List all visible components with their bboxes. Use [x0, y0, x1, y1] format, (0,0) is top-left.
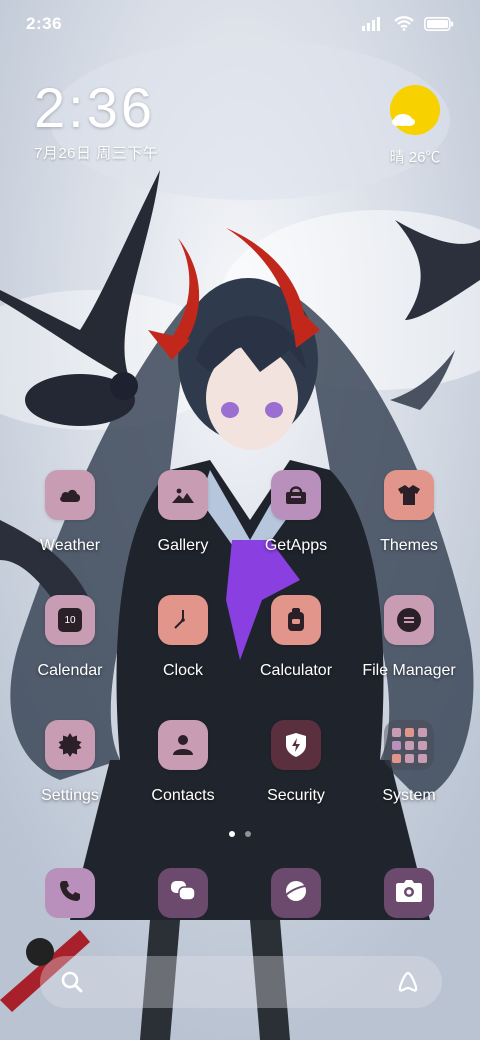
app-label: Settings — [41, 787, 99, 804]
person-icon — [158, 720, 208, 770]
planet-browser-icon — [283, 878, 309, 909]
app-label: GetApps — [264, 537, 328, 554]
page-indicator[interactable] — [0, 831, 480, 837]
dock-app-browser[interactable] — [271, 868, 321, 918]
app-label: Themes — [380, 537, 438, 554]
folder-system[interactable]: System — [353, 720, 465, 805]
app-weather[interactable]: Weather — [14, 470, 126, 555]
search-icon[interactable] — [60, 970, 84, 994]
widget-clock-time: 2:36 — [34, 76, 155, 139]
dock-app-phone[interactable] — [45, 868, 95, 918]
widget-date: 7月26日 周三下午 — [34, 145, 159, 162]
wifi-icon — [394, 16, 414, 36]
status-bar-time: 2:36 — [26, 14, 63, 33]
clock-widget[interactable]: 2:36 7月26日 周三下午 — [34, 76, 158, 163]
assistant-icon[interactable] — [396, 970, 420, 994]
page-dot-active — [229, 831, 235, 837]
calculator-icon — [271, 595, 321, 645]
app-calendar[interactable]: 10 Calendar — [14, 595, 126, 680]
status-bar: 2:36 — [0, 0, 480, 50]
page-dot — [245, 831, 251, 837]
file-manager-icon — [384, 595, 434, 645]
app-calculator[interactable]: Calculator — [240, 595, 352, 680]
mountain-image-icon — [158, 470, 208, 520]
app-label: System — [382, 787, 436, 804]
camera-icon — [396, 879, 422, 907]
app-clock[interactable]: Clock — [127, 595, 239, 680]
weather-temp: 晴 26℃ — [389, 149, 441, 166]
app-label: File Manager — [362, 662, 456, 679]
tshirt-icon — [384, 470, 434, 520]
app-label: Security — [267, 787, 325, 804]
app-label: Contacts — [151, 787, 215, 804]
app-file-manager[interactable]: File Manager — [353, 595, 465, 680]
app-getapps[interactable]: GetApps — [240, 470, 352, 555]
dock-app-messages[interactable] — [158, 868, 208, 918]
app-settings[interactable]: Settings — [14, 720, 126, 805]
app-label: Calendar — [37, 662, 103, 679]
app-label: Calculator — [259, 662, 333, 679]
store-bag-icon — [271, 470, 321, 520]
app-label: Weather — [39, 537, 101, 554]
shield-bolt-icon — [271, 720, 321, 770]
search-bar[interactable] — [40, 956, 442, 1008]
sun-cloud-icon — [389, 84, 441, 136]
chat-bubbles-icon — [170, 880, 196, 907]
app-label: Gallery — [157, 537, 209, 554]
status-icons — [362, 16, 454, 36]
app-contacts[interactable]: Contacts — [127, 720, 239, 805]
calendar-day: 10 — [58, 608, 82, 632]
app-label: Clock — [162, 662, 203, 679]
search-input[interactable] — [96, 966, 380, 1000]
weather-widget[interactable]: 晴 26℃ — [380, 84, 450, 167]
battery-icon — [424, 16, 454, 36]
folder-icon — [384, 720, 434, 770]
phone-icon — [59, 880, 81, 907]
dock-app-camera[interactable] — [384, 868, 434, 918]
calendar-icon: 10 — [45, 595, 95, 645]
home-screen: 2:36 2:36 7月26日 周三下午 晴 26℃ Weather Galle… — [0, 0, 480, 1040]
signal-icon — [362, 16, 384, 36]
app-security[interactable]: Security — [240, 720, 352, 805]
cloud-icon — [45, 470, 95, 520]
clock-icon — [158, 595, 208, 645]
gear-icon — [45, 720, 95, 770]
app-gallery[interactable]: Gallery — [127, 470, 239, 555]
app-themes[interactable]: Themes — [353, 470, 465, 555]
